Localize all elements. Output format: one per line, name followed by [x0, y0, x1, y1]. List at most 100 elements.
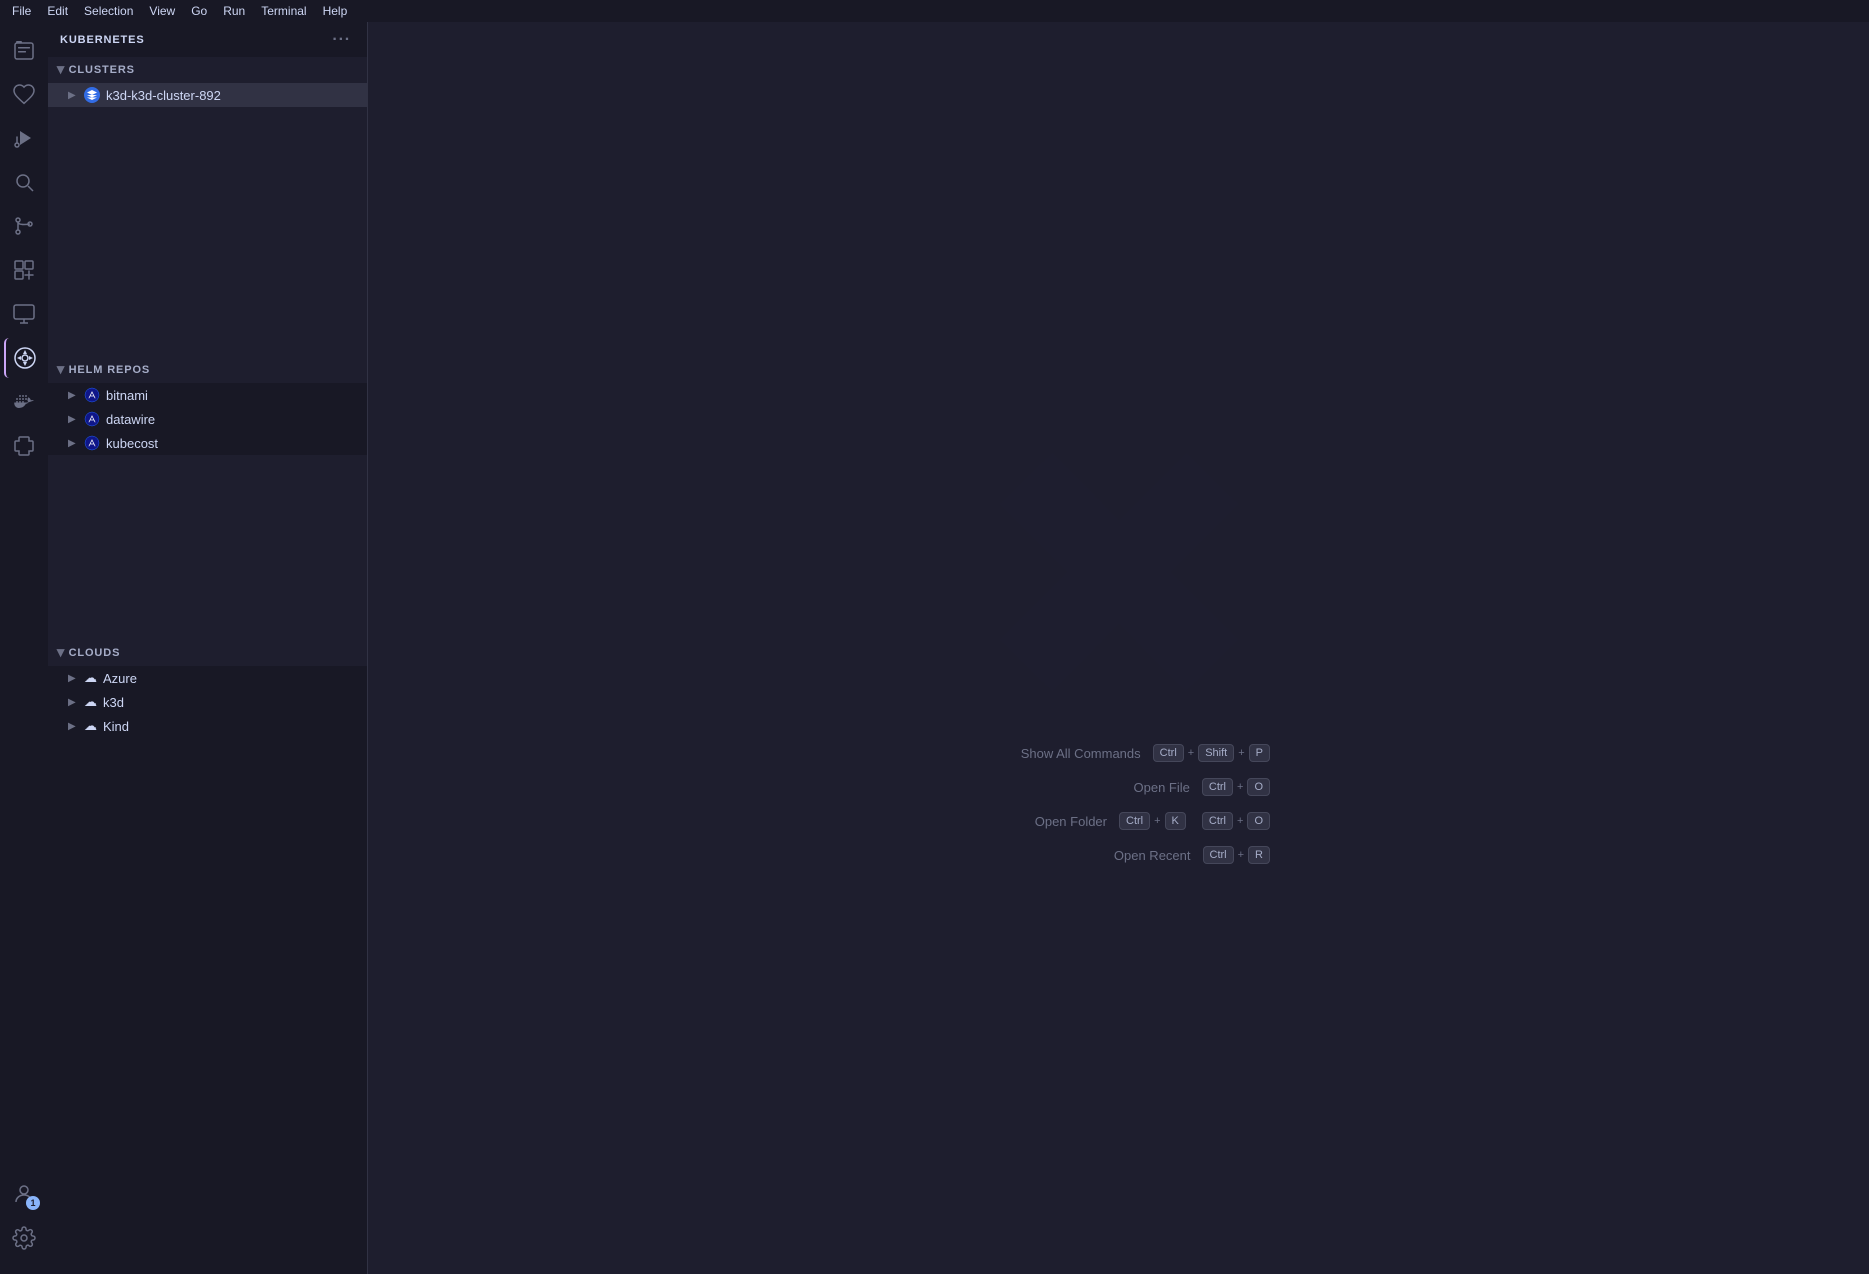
kbd-k: K	[1165, 812, 1186, 830]
sidebar-more-btn[interactable]: ···	[328, 29, 355, 51]
helm-bitnami-icon	[84, 387, 100, 403]
clusters-chevron: ▶	[55, 66, 66, 75]
helm-repos-label: HELM REPOS	[69, 364, 151, 376]
main-content: Show All Commands Ctrl + Shift + P Open …	[368, 22, 1869, 1274]
k3d-cloud-chevron: ▶	[68, 697, 80, 708]
activity-extensions[interactable]	[4, 250, 44, 290]
menu-file[interactable]: File	[4, 2, 39, 20]
k8s-cluster-icon	[84, 87, 100, 103]
helm-repo-datawire[interactable]: ▶ datawire	[48, 407, 367, 431]
activity-settings[interactable]	[4, 1218, 44, 1258]
extensions-icon	[12, 258, 36, 282]
clusters-section: ▶ CLUSTERS ▶ k3d-k3d-cluster-892	[48, 57, 367, 107]
open-folder-label: Open Folder	[967, 814, 1107, 829]
cluster-item-k3d[interactable]: ▶ k3d-k3d-cluster-892	[48, 83, 367, 107]
open-file-kbd: Ctrl + O	[1202, 778, 1270, 796]
sidebar: KUBERNETES ··· ▶ CLUSTERS ▶	[48, 22, 368, 1274]
sidebar-title: KUBERNETES	[60, 34, 145, 46]
search-icon	[12, 170, 36, 194]
command-open-folder: Open Folder Ctrl + K Ctrl + O	[967, 812, 1270, 830]
activity-remote[interactable]	[4, 294, 44, 334]
activity-source-control[interactable]	[4, 74, 44, 114]
cloud-k3d[interactable]: ▶ ☁ k3d	[48, 690, 367, 714]
sidebar-content: ▶ CLUSTERS ▶ k3d-k3d-cluster-892	[48, 57, 367, 1274]
menu-view[interactable]: View	[141, 2, 183, 20]
activity-puzzle[interactable]	[4, 426, 44, 466]
helm-bitnami-label: bitnami	[106, 388, 148, 403]
kubecost-chevron: ▶	[68, 438, 80, 449]
kubernetes-icon	[13, 346, 37, 370]
menu-edit[interactable]: Edit	[39, 2, 76, 20]
helm-kubecost-label: kubecost	[106, 436, 158, 451]
kbd-ctrl-3: Ctrl	[1119, 812, 1150, 830]
monitor-icon	[12, 302, 36, 326]
clouds-section: ▶ CLOUDS ▶ ☁ Azure ▶ ☁ k3d	[48, 640, 367, 738]
command-open-recent: Open Recent Ctrl + R	[1051, 846, 1271, 864]
activity-account[interactable]: 1	[4, 1174, 44, 1214]
vscode-logo	[979, 432, 1259, 712]
activity-explorer[interactable]	[4, 30, 44, 70]
helm-repo-kubecost[interactable]: ▶ kubecost	[48, 431, 367, 455]
clusters-section-header[interactable]: ▶ CLUSTERS	[48, 57, 367, 83]
helm-kubecost-icon	[84, 435, 100, 451]
run-icon	[12, 126, 36, 150]
kbd-p: P	[1249, 744, 1270, 762]
empty-space-1	[48, 107, 367, 357]
kind-chevron: ▶	[68, 721, 80, 732]
clouds-chevron: ▶	[55, 649, 66, 658]
command-show-all: Show All Commands Ctrl + Shift + P	[1001, 744, 1270, 762]
helm-datawire-label: datawire	[106, 412, 155, 427]
activity-kubernetes[interactable]	[4, 338, 44, 378]
puzzle-icon	[12, 434, 36, 458]
heart-icon	[12, 82, 36, 106]
open-recent-label: Open Recent	[1051, 848, 1191, 863]
activity-docker[interactable]	[4, 382, 44, 422]
helm-repos-content: ▶ bitnami ▶	[48, 383, 367, 455]
docker-icon	[12, 390, 36, 414]
cloud-kind-label: Kind	[103, 719, 129, 734]
show-all-kbd: Ctrl + Shift + P	[1153, 744, 1270, 762]
sidebar-header: KUBERNETES ···	[48, 22, 367, 57]
activity-search[interactable]	[4, 162, 44, 202]
activity-bar: 1	[0, 22, 48, 1274]
menu-bar: File Edit Selection View Go Run Terminal…	[0, 0, 1869, 22]
menu-run[interactable]: Run	[215, 2, 253, 20]
main-layout: 1 KUBERNETES ··· ▶ CLUSTER	[0, 22, 1869, 1274]
helm-repo-bitnami[interactable]: ▶ bitnami	[48, 383, 367, 407]
command-open-file: Open File Ctrl + O	[1050, 778, 1270, 796]
clusters-content: ▶ k3d-k3d-cluster-892	[48, 83, 367, 107]
menu-help[interactable]: Help	[315, 2, 356, 20]
kbd-r: R	[1248, 846, 1270, 864]
menu-terminal[interactable]: Terminal	[253, 2, 314, 20]
cluster-item-label: k3d-k3d-cluster-892	[106, 88, 221, 103]
azure-chevron: ▶	[68, 673, 80, 684]
helm-repos-section-header[interactable]: ▶ HELM REPOS	[48, 357, 367, 383]
empty-space-2	[48, 455, 367, 640]
kbd-ctrl-5: Ctrl	[1203, 846, 1234, 864]
activity-git[interactable]	[4, 206, 44, 246]
explorer-icon	[12, 38, 36, 62]
bitnami-chevron: ▶	[68, 390, 80, 401]
open-file-label: Open File	[1050, 780, 1190, 795]
kbd-ctrl-2: Ctrl	[1202, 778, 1233, 796]
clouds-section-header[interactable]: ▶ CLOUDS	[48, 640, 367, 666]
k3d-icon: ☁	[84, 694, 97, 710]
datawire-chevron: ▶	[68, 414, 80, 425]
clouds-label: CLOUDS	[69, 647, 121, 659]
clusters-label: CLUSTERS	[69, 64, 135, 76]
helm-datawire-icon	[84, 411, 100, 427]
cluster-item-chevron: ▶	[68, 90, 80, 101]
cloud-azure[interactable]: ▶ ☁ Azure	[48, 666, 367, 690]
welcome-commands: Show All Commands Ctrl + Shift + P Open …	[967, 744, 1270, 864]
activity-run-debug[interactable]	[4, 118, 44, 158]
notification-badge: 1	[26, 1196, 40, 1210]
kbd-ctrl-4: Ctrl	[1202, 812, 1233, 830]
menu-go[interactable]: Go	[183, 2, 215, 20]
kbd-o-folder: O	[1247, 812, 1270, 830]
menu-selection[interactable]: Selection	[76, 2, 141, 20]
clouds-content: ▶ ☁ Azure ▶ ☁ k3d ▶ ☁ Kind	[48, 666, 367, 738]
helm-repos-section: ▶ HELM REPOS ▶ bitnami	[48, 357, 367, 455]
cloud-azure-label: Azure	[103, 671, 137, 686]
kind-icon: ☁	[84, 718, 97, 734]
cloud-kind[interactable]: ▶ ☁ Kind	[48, 714, 367, 738]
